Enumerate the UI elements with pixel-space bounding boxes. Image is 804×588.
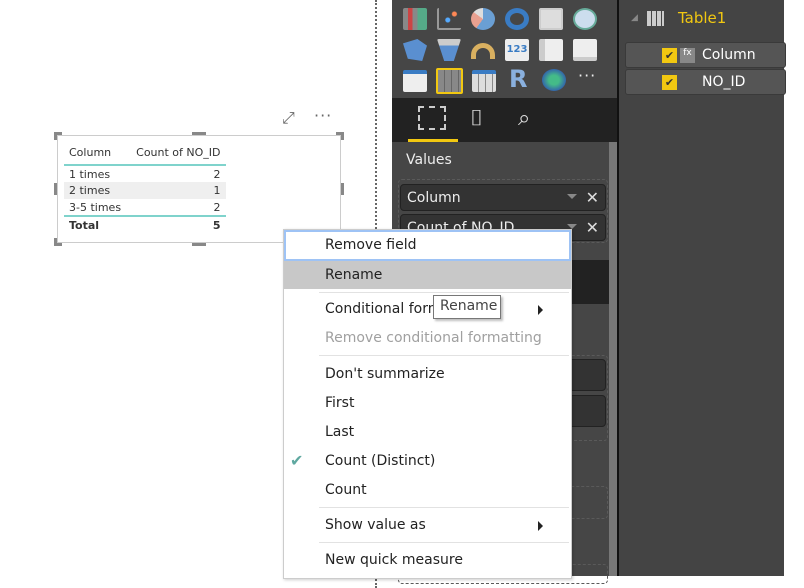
cell: 1 times (69, 167, 111, 181)
column-header[interactable]: Column (64, 141, 131, 165)
menu-item-last[interactable]: Last (284, 418, 571, 446)
menu-item-count-distinct[interactable]: ✔ Count (Distinct) (284, 447, 571, 475)
table-icon[interactable] (436, 68, 463, 94)
menu-item-dont-summarize[interactable]: Don't summarize (284, 360, 571, 388)
field-item-no-id[interactable]: ✔ NO_ID (625, 69, 786, 95)
label: Count (Distinct) (325, 453, 436, 469)
table-row: 3-5 times 2 (64, 199, 226, 216)
cell: Total (69, 218, 100, 232)
checkmark-icon: ✔ (290, 451, 304, 470)
funnel-icon[interactable] (437, 39, 461, 61)
menu-item-new-quick-measure[interactable]: New quick measure (284, 546, 571, 574)
menu-item-count[interactable]: Count (284, 476, 571, 504)
pane-tabs: ⌷ ⌕ (392, 98, 617, 142)
table-name[interactable]: Table1 (678, 9, 726, 27)
menu-item-show-value-as[interactable]: Show value as (284, 511, 571, 539)
cell: 2 times (69, 184, 111, 197)
submenu-arrow-icon (538, 305, 543, 315)
field-item-column[interactable]: ✔ fx Column (625, 42, 786, 68)
card-icon[interactable]: 123 (505, 39, 529, 61)
cell: 2 (213, 167, 221, 181)
cell: 5 (212, 218, 221, 232)
checkbox-checked-icon[interactable]: ✔ (662, 75, 677, 90)
column-header[interactable]: Count of NO_ID (131, 141, 225, 165)
field-label: NO_ID (702, 74, 746, 90)
table-row: 2 times 1 (64, 182, 226, 199)
more-visuals-icon[interactable]: ··· (578, 66, 602, 88)
field-well-column[interactable]: Column ✕ (400, 184, 606, 211)
data-table: Column Count of NO_ID 1 times 2 2 times 1 3… (64, 141, 226, 233)
table-icon (647, 11, 664, 26)
matrix-icon[interactable] (472, 70, 496, 92)
fields-icon[interactable] (418, 106, 446, 130)
analytics-icon[interactable]: ⌕ (518, 106, 530, 131)
well-label: Column (407, 190, 461, 206)
format-paint-roller-icon[interactable]: ⌷ (470, 106, 483, 131)
fields-pane: ◢ Table1 ✔ fx Column ✔ NO_ID (617, 0, 786, 576)
values-label: Values (406, 152, 452, 168)
total-row: Total 5 (64, 216, 226, 233)
filled-map-icon[interactable] (403, 39, 427, 61)
scatter-chart-icon[interactable] (437, 8, 461, 30)
more-options-icon[interactable]: ··· (314, 106, 332, 125)
slicer-icon[interactable] (403, 70, 427, 92)
gauge-icon[interactable] (471, 43, 495, 59)
donut-chart-icon[interactable] (505, 8, 529, 30)
kpi-icon[interactable] (573, 39, 597, 61)
submenu-arrow-icon (538, 521, 543, 531)
scrollbar[interactable] (609, 142, 617, 576)
table-row: 1 times 2 (64, 165, 226, 182)
menu-item-remove-field[interactable]: Remove field (284, 230, 571, 261)
checkbox-checked-icon[interactable]: ✔ (662, 48, 677, 63)
pie-chart-icon[interactable] (471, 8, 495, 30)
field-label: Column (702, 47, 756, 63)
label: Show value as (325, 517, 426, 533)
cell: 2 (213, 200, 221, 214)
globe-icon[interactable] (542, 69, 566, 91)
treemap-icon[interactable] (539, 8, 563, 30)
calculated-column-icon: fx (680, 48, 695, 63)
ribbon-chart-icon[interactable] (403, 8, 427, 30)
table-visual[interactable]: Column Count of NO_ID 1 times 2 2 times 1 3… (54, 132, 344, 246)
menu-item-rename[interactable]: Rename (284, 261, 571, 289)
focus-mode-icon[interactable]: ⤢ (282, 108, 295, 128)
context-menu: Remove field Rename Conditional formatti… (283, 229, 572, 579)
chevron-down-icon[interactable] (567, 194, 577, 199)
close-icon[interactable]: ✕ (586, 218, 599, 237)
multi-row-card-icon[interactable] (539, 39, 563, 61)
menu-item-first[interactable]: First (284, 389, 571, 417)
map-icon[interactable] (573, 8, 597, 30)
cell: 3-5 times (69, 200, 122, 214)
tooltip: Rename (433, 295, 501, 319)
active-tab-indicator (408, 139, 458, 142)
r-script-icon[interactable]: R (509, 65, 533, 93)
cell: 1 (213, 184, 221, 197)
close-icon[interactable]: ✕ (586, 188, 599, 207)
menu-item-remove-conditional-formatting: Remove conditional formatting (325, 330, 542, 346)
menu-item-conditional-formatting[interactable]: Conditional formatting (284, 295, 571, 323)
collapse-icon[interactable]: ◢ (631, 13, 638, 23)
